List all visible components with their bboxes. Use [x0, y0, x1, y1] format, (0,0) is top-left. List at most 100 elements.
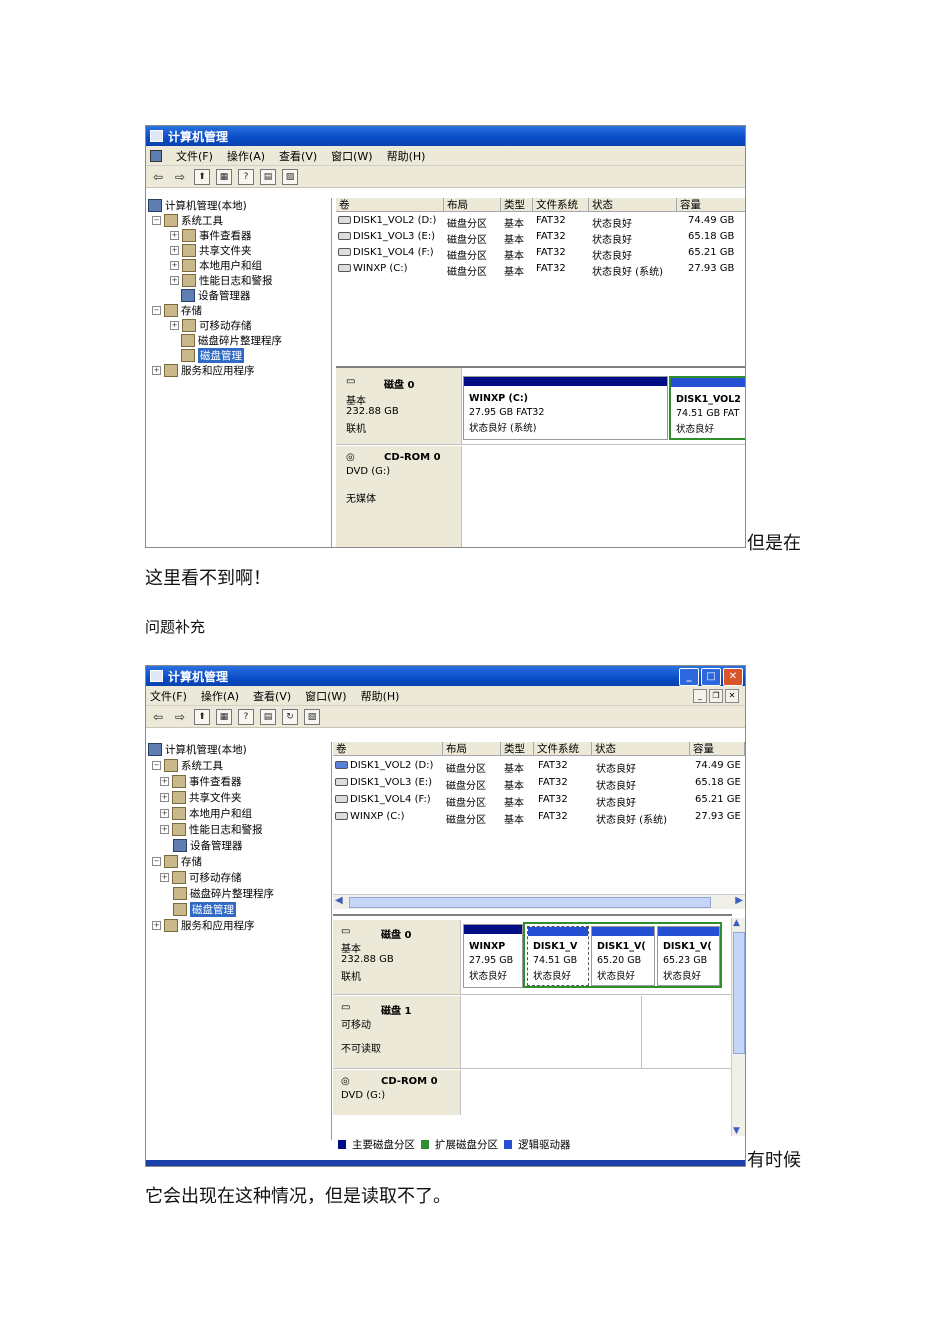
- menu-help[interactable]: 帮助(H): [387, 148, 426, 164]
- forward-icon[interactable]: ⇨: [172, 709, 188, 725]
- tree-item-disk-management[interactable]: 磁盘管理: [181, 348, 244, 363]
- disk-1-label[interactable]: ▭ 磁盘 1 可移动 不可读取: [333, 996, 461, 1068]
- tree-item-event-viewer[interactable]: + 事件查看器: [160, 774, 242, 789]
- up-level-icon[interactable]: ⬆: [194, 708, 210, 725]
- cdrom-label[interactable]: ◎ CD-ROM 0 DVD (G:): [333, 1070, 461, 1115]
- expand-icon[interactable]: +: [160, 825, 169, 834]
- minimize-button[interactable]: _: [679, 668, 699, 686]
- column-capacity[interactable]: 容量: [677, 198, 745, 212]
- collapse-icon[interactable]: −: [152, 306, 161, 315]
- back-icon[interactable]: ⇦: [150, 169, 166, 185]
- expand-icon[interactable]: +: [170, 231, 179, 240]
- properties-icon[interactable]: ▤: [260, 168, 276, 185]
- tree-item-services[interactable]: + 服务和应用程序: [152, 918, 255, 933]
- cdrom-label[interactable]: ◎ CD-ROM 0 DVD (G:) 无媒体: [336, 446, 462, 547]
- maximize-button[interactable]: □: [701, 668, 721, 686]
- expand-icon[interactable]: +: [152, 366, 161, 375]
- back-icon[interactable]: ⇦: [150, 709, 166, 725]
- child-restore-button[interactable]: ❐: [709, 689, 723, 703]
- tree-item-system-tools[interactable]: − 系统工具: [152, 758, 223, 773]
- window-titlebar[interactable]: 计算机管理 _ □ ✕: [146, 666, 745, 686]
- tree-item-device-manager[interactable]: 设备管理器: [173, 838, 243, 853]
- disk-0-label[interactable]: ▭ 磁盘 0 基本 232.88 GB 联机: [336, 368, 462, 444]
- horizontal-scrollbar[interactable]: ◀ ▶: [333, 894, 745, 909]
- column-volume[interactable]: 卷: [333, 742, 443, 756]
- vertical-scrollbar[interactable]: ▲ ▼: [731, 918, 745, 1136]
- collapse-icon[interactable]: −: [152, 857, 161, 866]
- column-status[interactable]: 状态: [589, 198, 677, 212]
- forward-icon[interactable]: ⇨: [172, 169, 188, 185]
- partition-disk1-vol4[interactable]: DISK1_V( 65.23 GB 状态良好: [657, 926, 720, 986]
- tree-item-storage[interactable]: − 存储: [152, 303, 202, 318]
- child-minimize-button[interactable]: _: [693, 689, 707, 703]
- system-menu-icon[interactable]: [150, 149, 162, 162]
- tree-item-local-users[interactable]: + 本地用户和组: [160, 806, 252, 821]
- properties-icon[interactable]: ▤: [260, 708, 276, 725]
- menu-view[interactable]: 查看(V): [279, 148, 317, 164]
- scroll-left-icon[interactable]: ◀: [335, 895, 343, 906]
- tree-item-disk-management[interactable]: 磁盘管理: [173, 902, 236, 917]
- show-hide-tree-icon[interactable]: ▦: [216, 168, 232, 185]
- window-titlebar[interactable]: 计算机管理: [146, 126, 745, 146]
- expand-icon[interactable]: +: [170, 261, 179, 270]
- expand-icon[interactable]: +: [160, 873, 169, 882]
- column-capacity[interactable]: 容量: [690, 742, 745, 756]
- tree-item-computer-management[interactable]: 计算机管理(本地): [148, 742, 247, 757]
- export-list-icon[interactable]: ▧: [282, 168, 298, 185]
- column-status[interactable]: 状态: [592, 742, 690, 756]
- partition-disk1-vol2[interactable]: DISK1_VOL2 74.51 GB FAT 状态良好: [669, 376, 745, 440]
- expand-icon[interactable]: +: [160, 809, 169, 818]
- up-level-icon[interactable]: ⬆: [194, 168, 210, 185]
- tree-item-local-users[interactable]: + 本地用户和组: [170, 258, 262, 273]
- partition-winxp[interactable]: WINXP (C:) 27.95 GB FAT32 状态良好 (系统): [463, 376, 668, 440]
- menu-view[interactable]: 查看(V): [253, 688, 291, 704]
- menu-window[interactable]: 窗口(W): [331, 148, 372, 164]
- tree-item-event-viewer[interactable]: + 事件查看器: [170, 228, 252, 243]
- menu-action[interactable]: 操作(A): [227, 148, 265, 164]
- refresh-icon[interactable]: ↻: [282, 708, 298, 725]
- tree-item-computer-management[interactable]: 计算机管理(本地): [148, 198, 247, 213]
- tree-item-system-tools[interactable]: − 系统工具: [152, 213, 223, 228]
- partition-winxp[interactable]: WINXP 27.95 GB 状态良好: [463, 924, 523, 988]
- help-icon[interactable]: ?: [238, 168, 254, 185]
- scroll-up-icon[interactable]: ▲: [733, 918, 740, 928]
- menu-action[interactable]: 操作(A): [201, 688, 239, 704]
- show-hide-tree-icon[interactable]: ▦: [216, 708, 232, 725]
- column-filesystem[interactable]: 文件系统: [533, 198, 589, 212]
- expand-icon[interactable]: +: [170, 246, 179, 255]
- collapse-icon[interactable]: −: [152, 216, 161, 225]
- tree-item-removable-storage[interactable]: + 可移动存储: [160, 870, 242, 885]
- partition-disk1-vol2[interactable]: DISK1_V 74.51 GB 状态良好: [527, 926, 589, 986]
- scroll-thumb[interactable]: [349, 897, 711, 908]
- disk-0-label[interactable]: ▭ 磁盘 0 基本 232.88 GB 联机: [333, 920, 461, 994]
- tree-item-removable-storage[interactable]: + 可移动存储: [170, 318, 252, 333]
- expand-icon[interactable]: +: [170, 276, 179, 285]
- tree-item-performance-logs[interactable]: + 性能日志和警报: [170, 273, 273, 288]
- child-close-button[interactable]: ✕: [725, 689, 739, 703]
- tree-item-performance-logs[interactable]: + 性能日志和警报: [160, 822, 263, 837]
- tree-item-device-manager[interactable]: 设备管理器: [181, 288, 251, 303]
- menu-help[interactable]: 帮助(H): [361, 688, 400, 704]
- expand-icon[interactable]: +: [160, 777, 169, 786]
- tree-item-defragmenter[interactable]: 磁盘碎片整理程序: [181, 333, 282, 348]
- help-icon[interactable]: ?: [238, 708, 254, 725]
- column-layout[interactable]: 布局: [444, 198, 501, 212]
- export-list-icon[interactable]: ▧: [304, 708, 320, 725]
- partition-disk1-vol3[interactable]: DISK1_V( 65.20 GB 状态良好: [591, 926, 655, 986]
- tree-item-storage[interactable]: − 存储: [152, 854, 202, 869]
- column-layout[interactable]: 布局: [443, 742, 501, 756]
- column-volume[interactable]: 卷: [336, 198, 444, 212]
- column-filesystem[interactable]: 文件系统: [534, 742, 592, 756]
- expand-icon[interactable]: +: [170, 321, 179, 330]
- menu-window[interactable]: 窗口(W): [305, 688, 346, 704]
- collapse-icon[interactable]: −: [152, 761, 161, 770]
- tree-item-shared-folders[interactable]: + 共享文件夹: [170, 243, 252, 258]
- scroll-down-icon[interactable]: ▼: [733, 1126, 740, 1136]
- close-button[interactable]: ✕: [723, 668, 743, 686]
- scroll-right-icon[interactable]: ▶: [735, 895, 743, 906]
- expand-icon[interactable]: +: [152, 921, 161, 930]
- tree-item-services[interactable]: + 服务和应用程序: [152, 363, 255, 378]
- menu-file[interactable]: 文件(F): [176, 148, 213, 164]
- tree-item-defragmenter[interactable]: 磁盘碎片整理程序: [173, 886, 274, 901]
- scroll-thumb[interactable]: [733, 932, 745, 1054]
